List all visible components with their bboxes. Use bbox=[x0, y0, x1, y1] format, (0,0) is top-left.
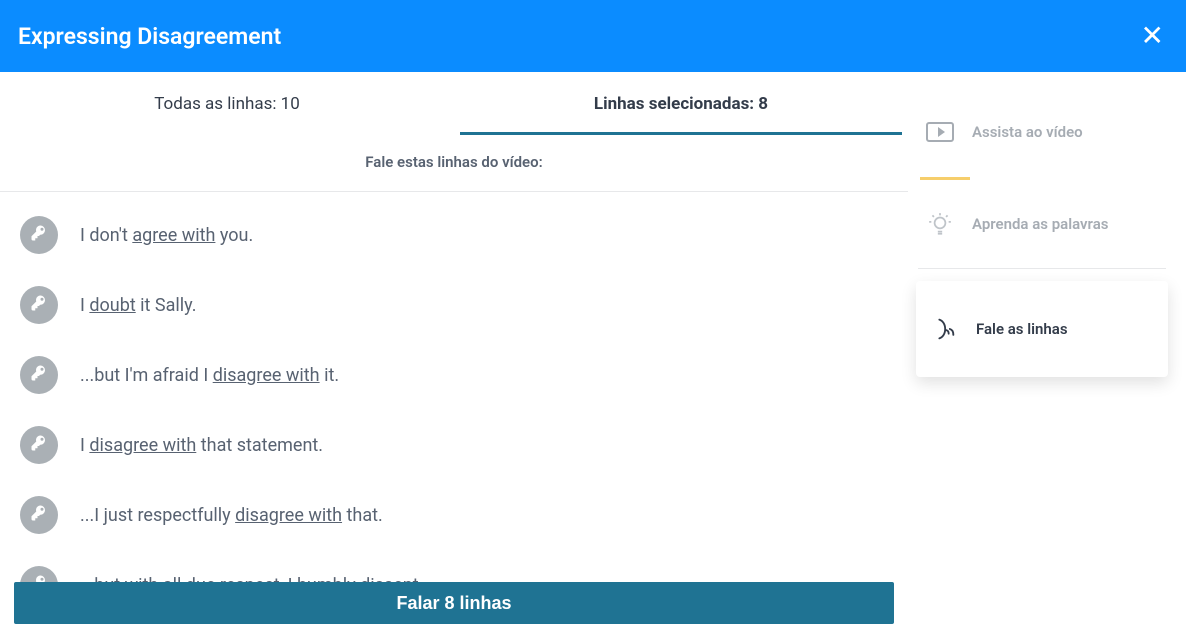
play-video-icon bbox=[926, 118, 954, 146]
keyword[interactable]: agree with bbox=[132, 225, 215, 246]
activity-sidebar: Assista ao vídeo Aprenda as palavras Fal… bbox=[908, 72, 1186, 642]
page-title: Expressing Disagreement bbox=[18, 23, 281, 50]
line-row: I don't agree with you. bbox=[20, 216, 884, 254]
line-filter-tabs: Todas as linhas: 10 Linhas selecionadas:… bbox=[0, 72, 908, 135]
instruction-text: Fale estas linhas do vídeo: bbox=[0, 135, 908, 192]
keyword[interactable]: disagree with bbox=[89, 435, 196, 456]
sidebar-item-label: Assista ao vídeo bbox=[972, 123, 1083, 141]
line-toggle-button[interactable] bbox=[20, 216, 58, 254]
sidebar-item-speak-lines[interactable]: Fale as linhas bbox=[916, 281, 1168, 377]
line-text: I doubt it Sally. bbox=[80, 295, 196, 316]
key-icon bbox=[30, 504, 48, 526]
keyword[interactable]: dissent bbox=[360, 575, 418, 582]
line-toggle-button[interactable] bbox=[20, 566, 58, 582]
tab-all-lines[interactable]: Todas as linhas: 10 bbox=[0, 72, 454, 135]
key-icon bbox=[30, 574, 48, 582]
line-text: I disagree with that statement. bbox=[80, 435, 323, 456]
keyword[interactable]: doubt bbox=[89, 295, 135, 316]
speak-icon bbox=[930, 315, 958, 343]
line-toggle-button[interactable] bbox=[20, 426, 58, 464]
line-row: I doubt it Sally. bbox=[20, 286, 884, 324]
sidebar-separator bbox=[918, 268, 1166, 269]
keyword[interactable]: disagree with bbox=[213, 365, 320, 386]
key-icon bbox=[30, 434, 48, 456]
main-panel: Todas as linhas: 10 Linhas selecionadas:… bbox=[0, 72, 908, 642]
speak-lines-button[interactable]: Falar 8 linhas bbox=[14, 582, 894, 624]
line-row: I disagree with that statement. bbox=[20, 426, 884, 464]
sidebar-item-learn-words[interactable]: Aprenda as palavras bbox=[916, 180, 1168, 268]
line-text: ...but I'm afraid I disagree with it. bbox=[80, 365, 339, 386]
line-text: ...I just respectfully disagree with tha… bbox=[80, 505, 383, 526]
line-row: ...but I'm afraid I disagree with it. bbox=[20, 356, 884, 394]
line-toggle-button[interactable] bbox=[20, 286, 58, 324]
lines-container: I don't agree with you. I doubt it Sally.… bbox=[0, 192, 908, 582]
keyword[interactable]: with all due respect bbox=[125, 575, 280, 582]
modal-body: Todas as linhas: 10 Linhas selecionadas:… bbox=[0, 72, 1186, 642]
lines-scroll[interactable]: I don't agree with you. I doubt it Sally.… bbox=[14, 192, 894, 582]
line-row: ...I just respectfully disagree with tha… bbox=[20, 496, 884, 534]
modal-header: Expressing Disagreement ✕ bbox=[0, 0, 1186, 72]
sidebar-item-label: Aprenda as palavras bbox=[972, 215, 1108, 233]
keyword[interactable]: disagree with bbox=[235, 505, 342, 526]
key-icon bbox=[30, 294, 48, 316]
lightbulb-icon bbox=[926, 210, 954, 238]
line-row: ...but with all due respect, I humbly di… bbox=[20, 566, 884, 582]
sidebar-item-label: Fale as linhas bbox=[976, 320, 1068, 338]
key-icon bbox=[30, 224, 48, 246]
action-bar: Falar 8 linhas bbox=[0, 582, 908, 642]
line-text: ...but with all due respect, I humbly di… bbox=[80, 575, 423, 582]
tab-selected-lines[interactable]: Linhas selecionadas: 8 bbox=[454, 72, 908, 135]
sidebar-item-watch-video[interactable]: Assista ao vídeo bbox=[916, 108, 1168, 180]
line-text: I don't agree with you. bbox=[80, 225, 253, 246]
line-toggle-button[interactable] bbox=[20, 496, 58, 534]
line-toggle-button[interactable] bbox=[20, 356, 58, 394]
key-icon bbox=[30, 364, 48, 386]
close-icon[interactable]: ✕ bbox=[1141, 22, 1164, 50]
